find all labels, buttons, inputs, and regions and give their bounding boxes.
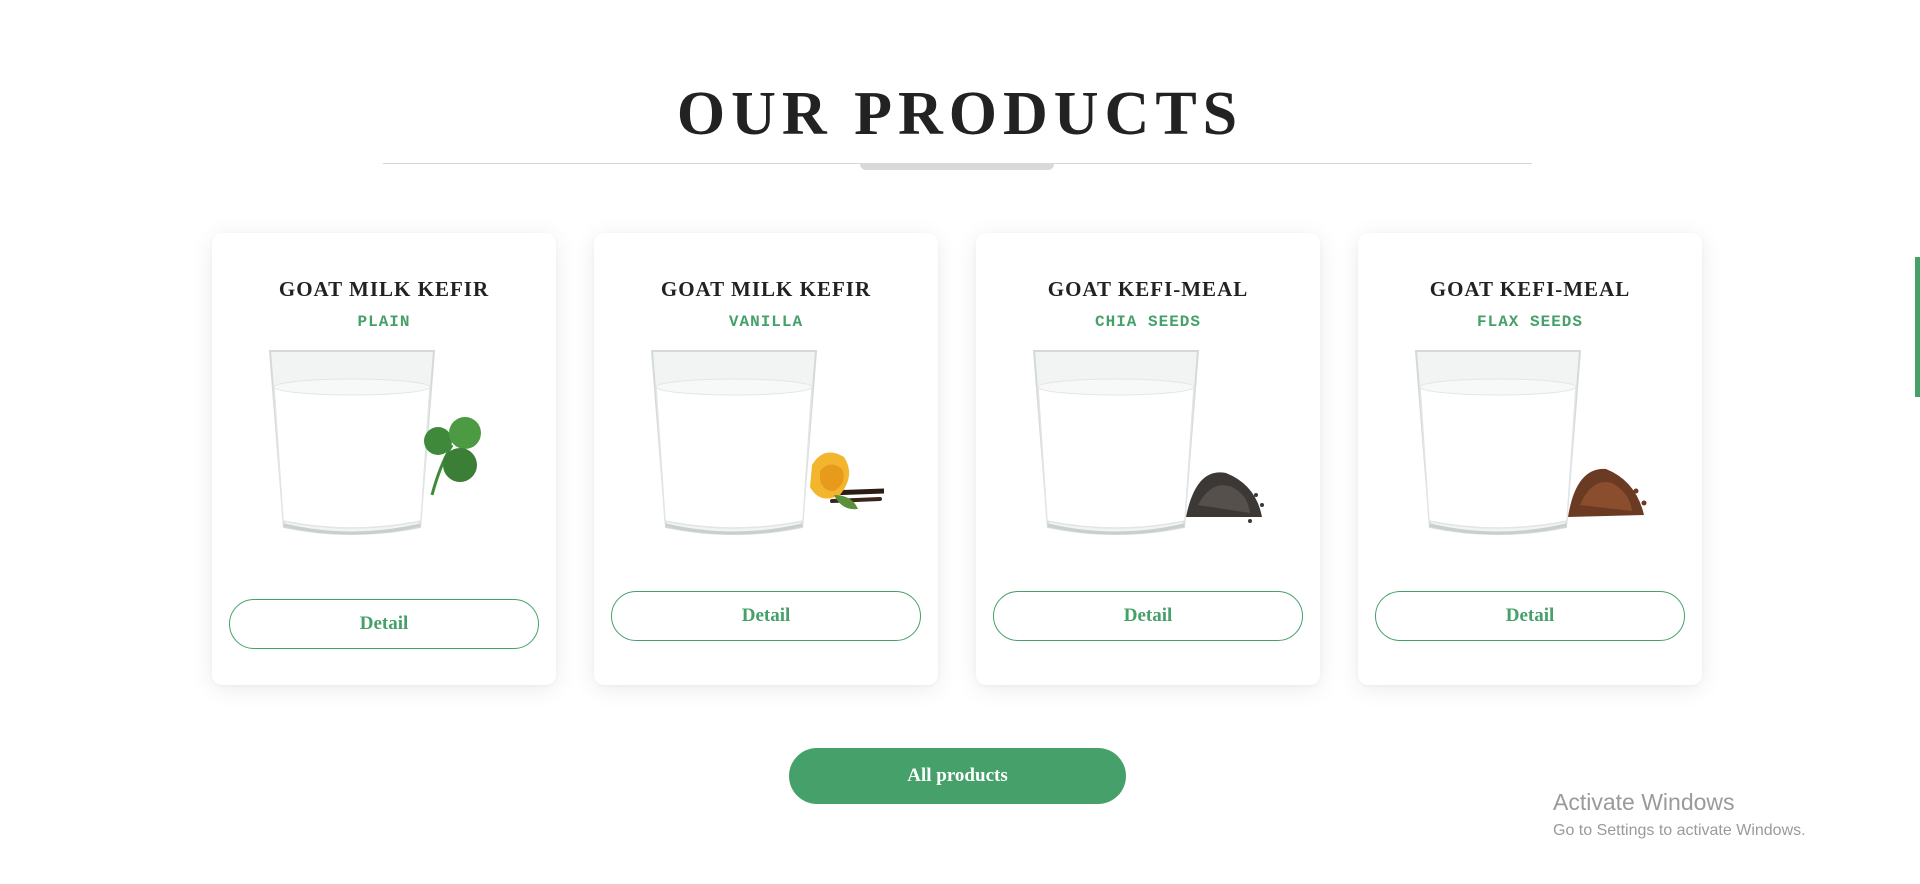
detail-button[interactable]: Detail xyxy=(229,599,539,649)
kefir-glass-image xyxy=(1032,350,1264,535)
kefir-glass-image xyxy=(650,350,884,535)
activate-windows-title: Activate Windows xyxy=(1553,789,1735,815)
product-card-chia: GOAT KEFI-MEAL CHIA SEEDS Detail xyxy=(976,233,1320,685)
section-title: OUR PRODUCTS xyxy=(676,80,1244,148)
milk-glass-icon xyxy=(1414,350,1582,535)
detail-button[interactable]: Detail xyxy=(993,591,1303,641)
product-flavor: FLAX SEEDS xyxy=(1476,313,1583,331)
product-title: GOAT KEFI-MEAL xyxy=(1047,277,1249,301)
milk-glass-icon xyxy=(650,350,818,535)
detail-button[interactable]: Detail xyxy=(1375,591,1685,641)
product-card-vanilla: GOAT MILK KEFIR VANILLA Detail xyxy=(594,233,938,685)
detail-button[interactable]: Detail xyxy=(611,591,921,641)
milk-glass-icon xyxy=(268,350,436,535)
product-title: GOAT KEFI-MEAL xyxy=(1429,277,1631,301)
flax-seeds-icon xyxy=(1568,468,1647,517)
product-flavor: PLAIN xyxy=(357,313,411,331)
vanilla-flower-icon xyxy=(810,452,884,510)
milk-glass-icon xyxy=(1032,350,1200,535)
all-products-button[interactable]: All products xyxy=(789,748,1126,804)
product-title: GOAT MILK KEFIR xyxy=(660,277,872,301)
kefir-glass-image xyxy=(1414,350,1647,535)
clover-leaf-icon xyxy=(424,417,481,496)
product-card-flax: GOAT KEFI-MEAL FLAX SEEDS Detail xyxy=(1358,233,1702,685)
side-tab[interactable] xyxy=(1915,257,1920,397)
product-card-plain: GOAT MILK KEFIR PLAIN Detail xyxy=(212,233,556,685)
activate-windows-subtitle: Go to Settings to activate Windows. xyxy=(1553,822,1806,839)
product-flavor: CHIA SEEDS xyxy=(1094,313,1201,331)
kefir-glass-image xyxy=(268,350,481,535)
chia-seeds-icon xyxy=(1186,472,1264,523)
product-flavor: VANILLA xyxy=(728,313,804,331)
product-title: GOAT MILK KEFIR xyxy=(278,277,490,301)
title-divider-accent xyxy=(860,163,1054,170)
